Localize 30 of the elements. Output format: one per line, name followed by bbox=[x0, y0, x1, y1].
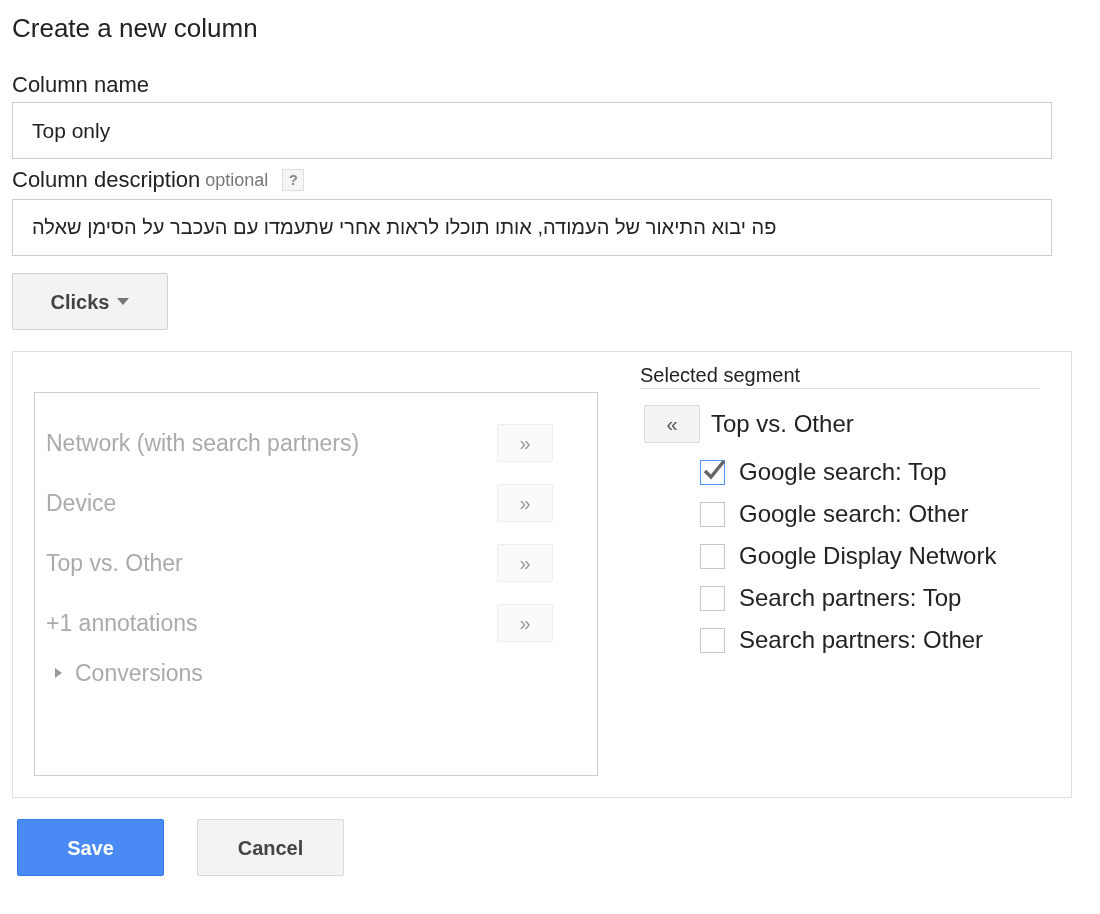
save-button[interactable]: Save bbox=[17, 819, 164, 876]
caret-icon bbox=[117, 298, 130, 305]
field-label: Column name bbox=[12, 72, 149, 98]
checkbox[interactable] bbox=[700, 501, 725, 527]
checkbox[interactable] bbox=[700, 627, 725, 653]
page-title: Create a new column bbox=[12, 12, 259, 45]
section-heading: Selected segment bbox=[640, 363, 801, 388]
checkbox[interactable] bbox=[700, 459, 725, 485]
help-icon[interactable]: ? bbox=[282, 169, 305, 191]
segment-name: +1 annotations bbox=[46, 608, 198, 638]
cancel-button[interactable]: Cancel bbox=[197, 819, 344, 876]
segment-name: Network (with search partners) bbox=[46, 428, 360, 458]
checkmark-icon bbox=[702, 457, 726, 480]
segment-name: Device bbox=[46, 488, 117, 518]
collapsed-triangle-icon bbox=[54, 667, 63, 679]
checkbox[interactable] bbox=[700, 543, 725, 569]
option-label: Search partners: Top bbox=[739, 583, 962, 613]
option-label: Google Display Network bbox=[739, 541, 997, 571]
remove-segment-button[interactable]: « bbox=[644, 405, 700, 443]
input-field[interactable]: Top only bbox=[12, 102, 1052, 159]
optional-hint: optional bbox=[205, 168, 269, 192]
field-label: Column description bbox=[12, 167, 201, 193]
option-label: Google search: Top bbox=[739, 457, 947, 487]
checkbox[interactable] bbox=[700, 585, 725, 611]
option-label: Search partners: Other bbox=[739, 625, 984, 655]
option-label: Google search: Other bbox=[739, 499, 969, 529]
metric-dropdown[interactable]: Clicks bbox=[12, 273, 168, 330]
segment-name: Top vs. Other bbox=[46, 548, 183, 578]
input-field[interactable]: פה יבוא התיאור של העמודה, אותו תוכלו לראות אחרי שתעמדו עם העכבר על הסימן שאלה bbox=[12, 199, 1052, 256]
segment-name: Top vs. Other bbox=[711, 409, 854, 439]
